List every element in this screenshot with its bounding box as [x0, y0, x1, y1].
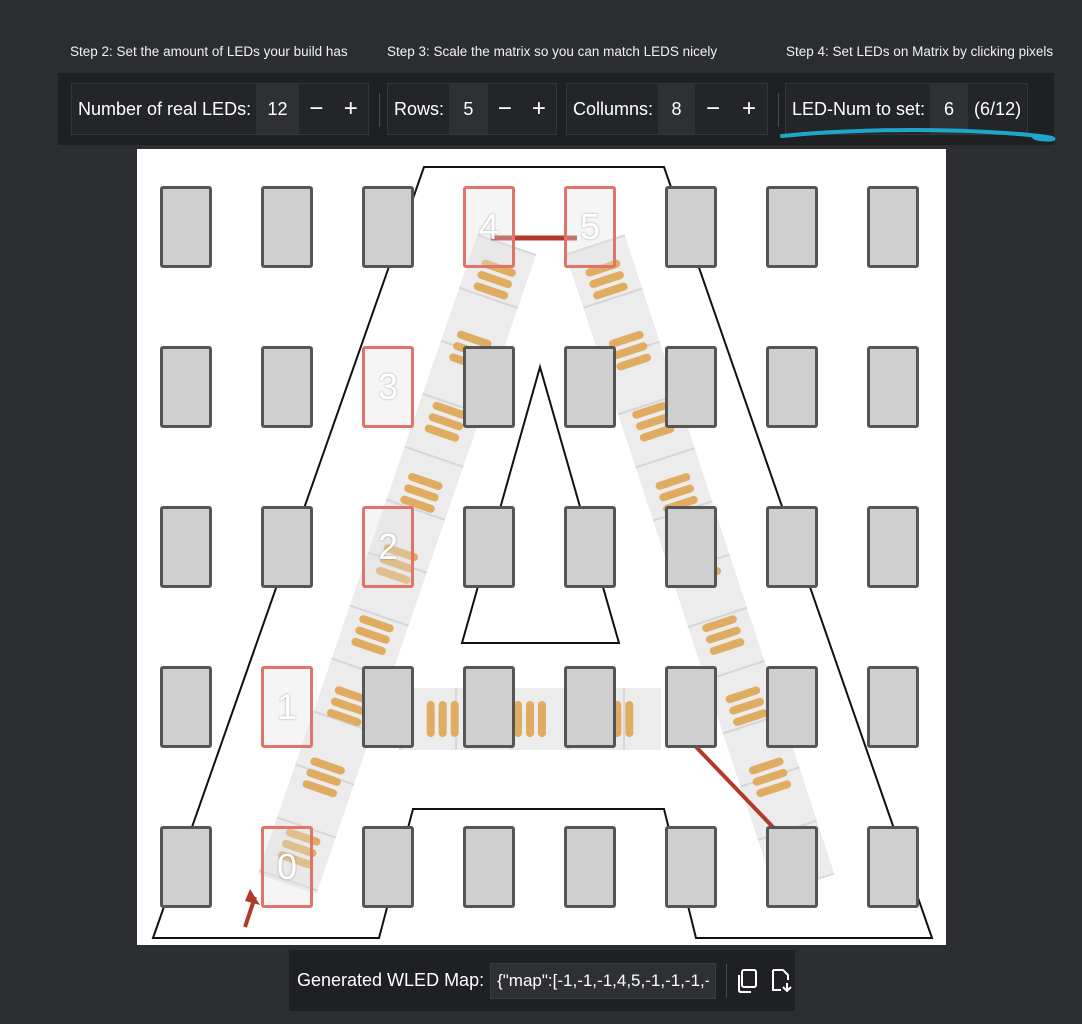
matrix-cell[interactable]	[564, 826, 616, 908]
step2-label: Step 2: Set the amount of LEDs your buil…	[70, 44, 348, 59]
matrix-cell[interactable]	[766, 826, 818, 908]
matrix-cell[interactable]	[665, 186, 717, 268]
rows-value[interactable]: 5	[449, 84, 488, 134]
matrix-cell[interactable]: 4	[463, 186, 515, 268]
led-number: 1	[276, 686, 298, 727]
led-num-progress: (6/12)	[974, 98, 1022, 119]
rows-increment-button[interactable]: +	[522, 84, 556, 134]
matrix-cell[interactable]: 5	[564, 186, 616, 268]
matrix-cell[interactable]	[867, 506, 919, 588]
columns-control: Collumns: 8 − +	[566, 83, 768, 135]
matrix-cell[interactable]	[564, 346, 616, 428]
solder-pad	[514, 701, 522, 737]
background-image	[151, 166, 934, 939]
map-output-bar: Generated WLED Map:	[289, 950, 795, 1011]
columns-decrement-button[interactable]: −	[695, 84, 731, 134]
led-number: 5	[579, 206, 601, 247]
matrix-cell[interactable]: 1	[261, 666, 313, 748]
step3-label: Step 3: Scale the matrix so you can matc…	[387, 44, 718, 59]
matrix-cell[interactable]	[766, 346, 818, 428]
matrix-cell[interactable]	[261, 346, 313, 428]
map-output-field[interactable]	[490, 962, 717, 999]
download-file-icon[interactable]	[767, 963, 795, 999]
matrix-cell[interactable]	[463, 506, 515, 588]
matrix-cell[interactable]	[867, 666, 919, 748]
toolbar-divider	[778, 93, 779, 127]
matrix-cell[interactable]	[665, 666, 717, 748]
arrow-head	[245, 889, 260, 905]
matrix-cell[interactable]	[362, 186, 414, 268]
real-leds-label: Number of real LEDs:	[78, 98, 252, 119]
matrix-cell[interactable]	[867, 186, 919, 268]
led-num-control: LED-Num to set: 6 (6/12)	[785, 83, 1028, 135]
solder-pad	[625, 701, 634, 737]
matrix-cell[interactable]	[766, 186, 818, 268]
matrix-cell[interactable]	[160, 826, 212, 908]
columns-increment-button[interactable]: +	[731, 84, 767, 134]
matrix-cell[interactable]	[160, 346, 212, 428]
solder-pad	[450, 701, 459, 737]
matrix-cell[interactable]	[261, 186, 313, 268]
matrix-cell[interactable]	[463, 346, 515, 428]
matrix-cell[interactable]	[867, 826, 919, 908]
matrix-cell[interactable]	[160, 506, 212, 588]
matrix-cell[interactable]	[362, 666, 414, 748]
matrix-cell[interactable]: 3	[362, 346, 414, 428]
solder-pad	[526, 701, 534, 737]
solder-pad	[538, 701, 546, 737]
led-number: 4	[478, 206, 500, 247]
matrix-cell[interactable]	[564, 506, 616, 588]
matrix-cell[interactable]	[261, 506, 313, 588]
real-leds-control: Number of real LEDs: 12 − +	[71, 83, 369, 135]
rows-decrement-button[interactable]: −	[488, 84, 522, 134]
matrix-cell[interactable]	[160, 186, 212, 268]
real-leds-increment-button[interactable]: +	[334, 84, 369, 134]
copy-icon[interactable]	[733, 963, 761, 999]
columns-label: Collumns:	[573, 98, 654, 119]
columns-value[interactable]: 8	[658, 84, 695, 134]
matrix-cell[interactable]	[766, 666, 818, 748]
map-output-label: Generated WLED Map:	[297, 970, 485, 990]
solder-pad	[426, 701, 435, 737]
led-num-label: LED-Num to set:	[792, 98, 926, 119]
matrix-cell[interactable]	[463, 826, 515, 908]
matrix-cell[interactable]	[564, 666, 616, 748]
matrix-cell[interactable]: 2	[362, 506, 414, 588]
rows-label: Rows:	[394, 98, 445, 119]
led-number: 0	[276, 846, 298, 887]
led-number: 2	[377, 526, 399, 567]
led-matrix-canvas[interactable]: 4 5 3 2 1 0	[137, 149, 946, 945]
step4-label: Step 4: Set LEDs on Matrix by clicking p…	[786, 44, 1054, 59]
controls-toolbar: Number of real LEDs: 12 − + Rows: 5 − + …	[58, 73, 1054, 145]
toolbar-divider	[379, 93, 380, 127]
led-num-value[interactable]: 6	[930, 84, 969, 134]
divider	[726, 963, 728, 998]
real-leds-decrement-button[interactable]: −	[299, 84, 334, 134]
led-number: 3	[377, 366, 399, 407]
matrix-cell[interactable]	[160, 666, 212, 748]
matrix-cell[interactable]	[665, 826, 717, 908]
matrix-cell[interactable]	[362, 826, 414, 908]
matrix-cell[interactable]: 0	[261, 826, 313, 908]
matrix-cell[interactable]	[665, 346, 717, 428]
real-leds-value[interactable]: 12	[256, 84, 299, 134]
matrix-cell[interactable]	[665, 506, 717, 588]
matrix-cell[interactable]	[867, 346, 919, 428]
solder-pad	[438, 701, 447, 737]
matrix-cell[interactable]	[463, 666, 515, 748]
rows-control: Rows: 5 − +	[387, 83, 557, 135]
matrix-cell[interactable]	[766, 506, 818, 588]
